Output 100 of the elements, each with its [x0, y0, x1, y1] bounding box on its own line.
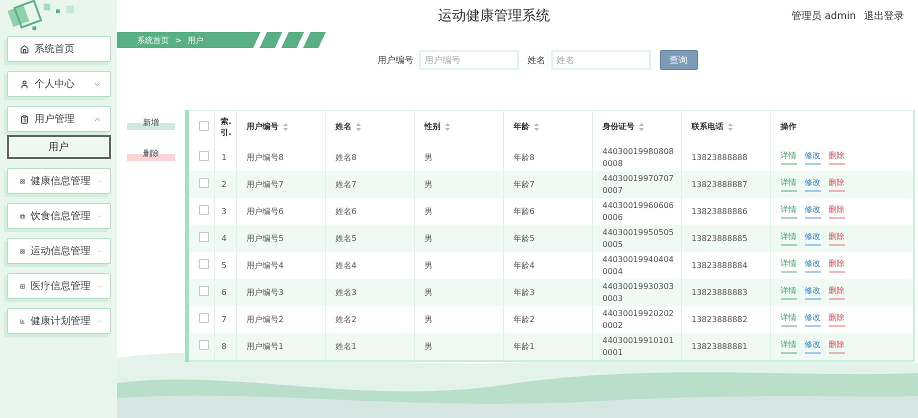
table-cell: 姓名6: [336, 206, 357, 216]
sidebar-item[interactable]: 饮食信息管理: [6, 203, 110, 229]
table-cell: 男: [424, 180, 432, 189]
table-cell: 440300199202020002: [602, 308, 674, 330]
table-cell: 姓名3: [336, 288, 357, 297]
edit-link[interactable]: 修改: [804, 338, 820, 354]
checkbox[interactable]: [199, 312, 209, 323]
table-cell: 5: [222, 260, 227, 270]
details-link[interactable]: 详情: [780, 312, 796, 328]
table-cell: 男: [424, 234, 432, 243]
field-label: 用户编号: [378, 54, 414, 66]
sort-icon[interactable]: [356, 123, 360, 132]
table-cell: 男: [424, 342, 432, 351]
sort-icon[interactable]: [444, 123, 450, 132]
column-header[interactable]: 联系电话: [692, 122, 724, 132]
checkbox[interactable]: [199, 204, 209, 215]
chart-icon: [20, 282, 24, 290]
sidebar-item[interactable]: 个人中心: [6, 71, 110, 97]
table-cell: 用户编号6: [246, 206, 284, 216]
breadcrumb-current: 用户: [188, 34, 204, 46]
edit-link[interactable]: 修改: [804, 204, 820, 220]
table-cell: 用户编号3: [246, 288, 284, 297]
delete-link[interactable]: 删除: [828, 258, 844, 274]
edit-link[interactable]: 修改: [804, 150, 820, 166]
edit-link[interactable]: 修改: [804, 284, 820, 300]
details-link[interactable]: 详情: [780, 258, 796, 274]
table-cell: 姓名2: [336, 314, 357, 324]
sort-icon[interactable]: [638, 123, 644, 132]
sidebar-item[interactable]: 系统首页: [6, 36, 110, 62]
sort-icon[interactable]: [282, 123, 288, 132]
table-cell: 4: [222, 234, 227, 243]
checkbox[interactable]: [199, 286, 209, 296]
delete-link[interactable]: 删除: [828, 338, 844, 354]
sort-icon[interactable]: [534, 123, 538, 132]
table-cell: 男: [424, 288, 432, 297]
table-cell: 姓名7: [336, 180, 357, 189]
table-cell: 姓名1: [336, 342, 357, 351]
column-header[interactable]: 姓名: [336, 122, 352, 132]
table-cell: 7: [222, 314, 227, 324]
details-link[interactable]: 详情: [780, 204, 796, 220]
edit-link[interactable]: 修改: [804, 176, 820, 192]
table-cell: 2: [222, 180, 227, 189]
delete-link[interactable]: 删除: [828, 230, 844, 246]
table-cell: 用户编号2: [246, 314, 284, 324]
checkbox[interactable]: [199, 258, 209, 269]
table-cell: 年龄4: [514, 260, 535, 270]
table-cell: 用户编号5: [246, 234, 284, 243]
table-cell: 13823888886: [692, 206, 748, 216]
sidebar-item[interactable]: 运动信息管理: [6, 238, 110, 264]
column-header[interactable]: 身份证号: [602, 122, 634, 132]
sidebar-item[interactable]: 健康信息管理: [6, 168, 110, 194]
checkbox[interactable]: [199, 120, 209, 131]
grid-icon: [20, 246, 24, 256]
checkbox[interactable]: [199, 178, 209, 188]
column-header[interactable]: 性别: [424, 122, 440, 132]
table-cell: 姓名4: [336, 260, 357, 270]
checkbox[interactable]: [199, 150, 209, 161]
details-link[interactable]: 详情: [780, 150, 796, 166]
delete-link[interactable]: 删除: [828, 150, 844, 166]
sidebar-item[interactable]: 健康计划管理: [6, 308, 110, 334]
search-field[interactable]: 用户编号: [418, 50, 518, 70]
table-cell: 440300199808080008: [602, 146, 674, 168]
edit-link[interactable]: 修改: [804, 230, 820, 246]
table-cell: 年龄2: [514, 314, 535, 324]
table-cell: 440300199101010001: [602, 336, 674, 356]
search-button[interactable]: 查询: [660, 50, 698, 70]
table-cell: 13823888885: [692, 234, 748, 243]
breadcrumb-separator: >: [175, 36, 182, 44]
table-cell: 年龄7: [514, 180, 535, 189]
sidebar-item[interactable]: 用户管理: [6, 106, 110, 132]
table-cell: 男: [424, 206, 432, 216]
table-cell: 3: [222, 206, 227, 216]
sort-icon[interactable]: [728, 123, 732, 132]
details-link[interactable]: 详情: [780, 230, 796, 246]
submenu-item[interactable]: 用户: [6, 135, 110, 159]
details-link[interactable]: 详情: [780, 284, 796, 300]
logout-link[interactable]: 退出登录: [864, 9, 904, 23]
column-header[interactable]: 用户编号: [246, 122, 278, 132]
details-link[interactable]: 详情: [780, 176, 796, 192]
table-cell: 年龄5: [514, 234, 535, 243]
delete-link[interactable]: 删除: [828, 204, 844, 220]
table-cell: 1: [222, 152, 227, 162]
add-button[interactable]: 新增: [127, 115, 175, 130]
table-cell: 男: [424, 152, 432, 162]
search-field[interactable]: 姓名: [550, 50, 650, 70]
breadcrumb-link[interactable]: 系统首页: [137, 34, 169, 46]
checkbox[interactable]: [199, 232, 209, 242]
column-header[interactable]: 年龄: [514, 122, 530, 132]
edit-link[interactable]: 修改: [804, 312, 820, 328]
details-link[interactable]: 详情: [780, 338, 796, 354]
checkbox[interactable]: [199, 340, 209, 350]
table-cell: 440300199707070007: [602, 174, 674, 194]
delete-link[interactable]: 删除: [828, 176, 844, 192]
sidebar-item[interactable]: 医疗信息管理: [6, 273, 110, 299]
delete-link[interactable]: 删除: [828, 284, 844, 300]
delete-link[interactable]: 删除: [828, 312, 844, 328]
table-cell: 姓名5: [336, 234, 357, 243]
user-name: 管理员 admin: [791, 10, 856, 23]
column-header: 操作: [780, 122, 796, 132]
edit-link[interactable]: 修改: [804, 258, 820, 274]
